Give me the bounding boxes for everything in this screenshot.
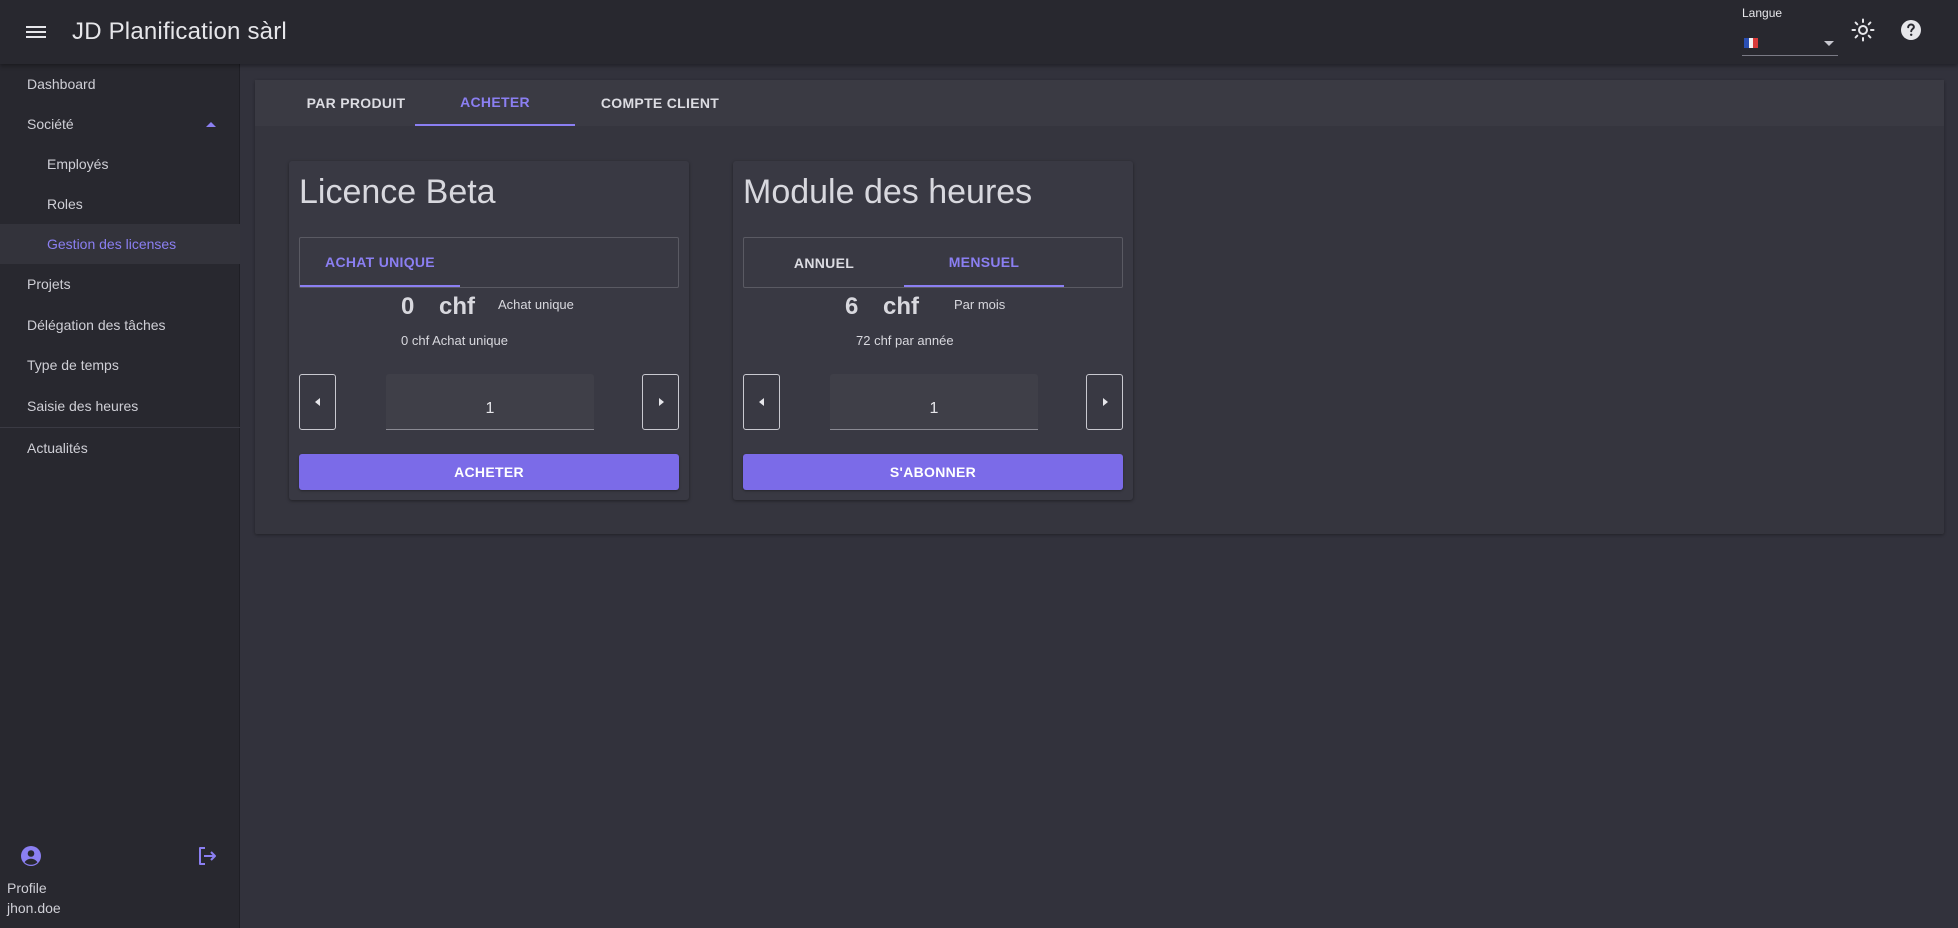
price-summary: 72 chf par année <box>856 333 954 348</box>
sidebar-item-roles[interactable]: Roles <box>0 184 240 224</box>
sidebar-item-gestion-licenses[interactable]: Gestion des licenses <box>0 224 240 264</box>
quantity-field[interactable]: 1 <box>830 374 1038 430</box>
sidebar-item-dashboard[interactable]: Dashboard <box>0 64 240 104</box>
main-panel: PAR PRODUIT ACHETER COMPTE CLIENT Licenc… <box>255 80 1944 534</box>
sidebar-item-label: Employés <box>47 156 109 172</box>
sidebar-item-label: Dashboard <box>27 76 96 92</box>
sidebar-item-label: Société <box>27 116 74 132</box>
sidebar-item-label: Gestion des licenses <box>47 236 177 252</box>
tab-compte-client[interactable]: COMPTE CLIENT <box>575 80 745 126</box>
chevron-right-icon <box>1103 398 1108 406</box>
chevron-right-icon <box>659 398 664 406</box>
subtab-achat-unique[interactable]: ACHAT UNIQUE <box>300 238 460 287</box>
price-value: 0 <box>401 293 415 320</box>
chevron-left-icon <box>315 398 320 406</box>
sun-icon[interactable] <box>1851 18 1875 42</box>
subtab-label: ANNUEL <box>793 254 855 271</box>
sidebar-item-projets[interactable]: Projets <box>0 264 240 304</box>
increment-button[interactable] <box>642 374 679 430</box>
price-currency: chf <box>883 293 919 320</box>
sidebar-item-employes[interactable]: Employés <box>0 144 240 184</box>
product-card-module-heures: Module des heures ANNUEL MENSUEL 6 chf P… <box>733 161 1133 500</box>
subscribe-button[interactable]: S'ABONNER <box>743 454 1123 490</box>
chevron-down-icon <box>1824 41 1834 46</box>
chevron-up-icon <box>206 122 216 127</box>
price-summary: 0 chf Achat unique <box>401 333 508 348</box>
tab-label: COMPTE CLIENT <box>600 95 720 111</box>
flag-fr-icon <box>1744 38 1759 48</box>
language-selector: Langue <box>1742 6 1838 56</box>
price-period: Achat unique <box>498 297 574 312</box>
sidebar-item-label: Projets <box>27 276 71 292</box>
account-circle-icon[interactable] <box>19 844 43 868</box>
decrement-button[interactable] <box>299 374 336 430</box>
tab-par-produit[interactable]: PAR PRODUIT <box>277 80 435 126</box>
subtab-mensuel[interactable]: MENSUEL <box>904 238 1064 287</box>
username: jhon.doe <box>7 900 61 916</box>
subtab-label: MENSUEL <box>948 253 1020 270</box>
decrement-button[interactable] <box>743 374 780 430</box>
price-period: Par mois <box>954 297 1006 312</box>
sidebar-item-label: Type de temps <box>27 357 119 373</box>
sidebar: Dashboard Société Employés Roles Gestion… <box>0 64 240 928</box>
help-icon[interactable] <box>1899 18 1923 42</box>
quantity-value: 1 <box>929 400 939 417</box>
sidebar-item-label: Actualités <box>27 440 88 456</box>
menu-icon[interactable] <box>26 23 50 41</box>
sidebar-item-actualites[interactable]: Actualités <box>0 428 240 468</box>
sidebar-item-type-temps[interactable]: Type de temps <box>0 345 240 385</box>
pricing-subtabs: ANNUEL MENSUEL <box>743 237 1123 288</box>
product-card-licence-beta: Licence Beta ACHAT UNIQUE 0 chf Achat un… <box>289 161 689 500</box>
subtab-annuel[interactable]: ANNUEL <box>744 238 904 287</box>
price-currency: chf <box>439 293 475 320</box>
language-select[interactable] <box>1742 28 1838 56</box>
tab-acheter[interactable]: ACHETER <box>415 80 575 126</box>
quantity-field[interactable]: 1 <box>386 374 594 430</box>
sidebar-item-societe[interactable]: Société <box>0 104 240 144</box>
pricing-subtabs: ACHAT UNIQUE <box>299 237 679 288</box>
buy-button[interactable]: ACHETER <box>299 454 679 490</box>
chevron-left-icon <box>759 398 764 406</box>
language-label: Langue <box>1742 6 1783 20</box>
app-bar: JD Planification sàrl Langue <box>0 0 1958 64</box>
increment-button[interactable] <box>1086 374 1123 430</box>
sidebar-item-label: Roles <box>47 196 83 212</box>
subtab-label: ACHAT UNIQUE <box>325 253 435 270</box>
card-title: Module des heures <box>743 173 1033 211</box>
tab-label: ACHETER <box>460 94 530 110</box>
sidebar-item-delegation[interactable]: Délégation des tâches <box>0 305 240 345</box>
quantity-value: 1 <box>485 400 495 417</box>
sidebar-item-label: Délégation des tâches <box>27 317 166 333</box>
app-title: JD Planification sàrl <box>72 18 287 45</box>
card-title: Licence Beta <box>299 173 496 211</box>
tab-label: PAR PRODUIT <box>306 95 406 111</box>
sidebar-item-label: Saisie des heures <box>27 398 139 414</box>
profile-label[interactable]: Profile <box>7 880 47 896</box>
sidebar-item-saisie-heures[interactable]: Saisie des heures <box>0 386 240 426</box>
tab-bar: PAR PRODUIT ACHETER COMPTE CLIENT <box>255 80 1944 126</box>
price-value: 6 <box>845 293 859 320</box>
logout-icon[interactable] <box>195 844 219 868</box>
